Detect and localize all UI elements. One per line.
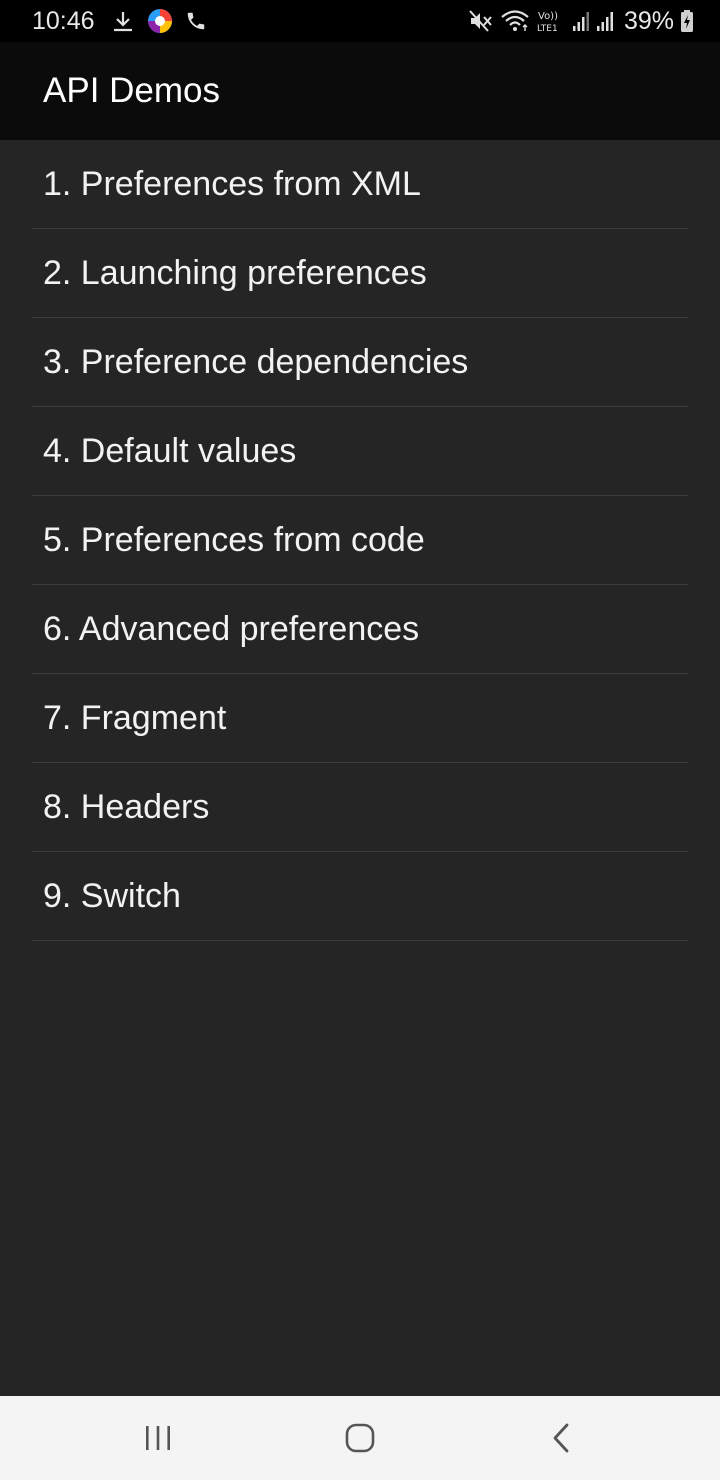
list-item-label: 3. Preference dependencies <box>43 343 469 381</box>
list-item-advanced-preferences[interactable]: 6. Advanced preferences <box>0 585 720 674</box>
signal-icon <box>572 10 590 32</box>
list-item-label: 1. Preferences from XML <box>43 165 421 203</box>
list-item-label: 2. Launching preferences <box>43 254 427 292</box>
navigation-bar <box>0 1396 720 1480</box>
list-item-fragment[interactable]: 7. Fragment <box>0 674 720 763</box>
status-time: 10:46 <box>32 6 95 35</box>
list-item-label: 7. Fragment <box>43 699 227 737</box>
status-bar: 10:46 Vo)) LTE1 39% <box>0 0 720 42</box>
list-item-label: 6. Advanced preferences <box>43 610 420 648</box>
mute-icon <box>468 9 494 33</box>
home-button[interactable] <box>310 1396 410 1480</box>
divider <box>32 940 688 941</box>
app-notification-icon <box>147 8 173 34</box>
page-title: API Demos <box>43 71 220 110</box>
download-icon <box>111 9 135 33</box>
status-bar-right: Vo)) LTE1 39% <box>468 0 694 42</box>
list-item-label: 4. Default values <box>43 432 297 470</box>
list-item-preferences-from-code[interactable]: 5. Preferences from code <box>0 496 720 585</box>
list-item-default-values[interactable]: 4. Default values <box>0 407 720 496</box>
phone-call-icon <box>185 10 207 32</box>
wifi-icon <box>500 9 530 33</box>
signal-icon <box>596 10 614 32</box>
app-bar: API Demos <box>0 42 720 140</box>
network-label: LTE1 <box>537 24 558 34</box>
list-item-headers[interactable]: 8. Headers <box>0 763 720 852</box>
back-button[interactable] <box>512 1396 612 1480</box>
home-icon <box>344 1422 376 1454</box>
recent-apps-button[interactable] <box>108 1396 208 1480</box>
list-item-switch[interactable]: 9. Switch <box>0 852 720 941</box>
recent-apps-icon <box>143 1424 173 1452</box>
list-item-preferences-from-xml[interactable]: 1. Preferences from XML <box>0 140 720 229</box>
status-bar-left: 10:46 <box>32 0 207 42</box>
list-item-label: 8. Headers <box>43 788 210 826</box>
list-item-preference-dependencies[interactable]: 3. Preference dependencies <box>0 318 720 407</box>
back-icon <box>550 1422 574 1454</box>
volte-icon: Vo)) LTE1 <box>536 8 566 34</box>
svg-text:Vo)): Vo)) <box>538 11 558 22</box>
battery-charging-icon <box>680 9 694 33</box>
list-item-launching-preferences[interactable]: 2. Launching preferences <box>0 229 720 318</box>
battery-percent: 39% <box>623 6 674 35</box>
preferences-list: 1. Preferences from XML 2. Launching pre… <box>0 140 720 941</box>
list-item-label: 5. Preferences from code <box>43 521 425 559</box>
list-item-label: 9. Switch <box>43 877 181 915</box>
